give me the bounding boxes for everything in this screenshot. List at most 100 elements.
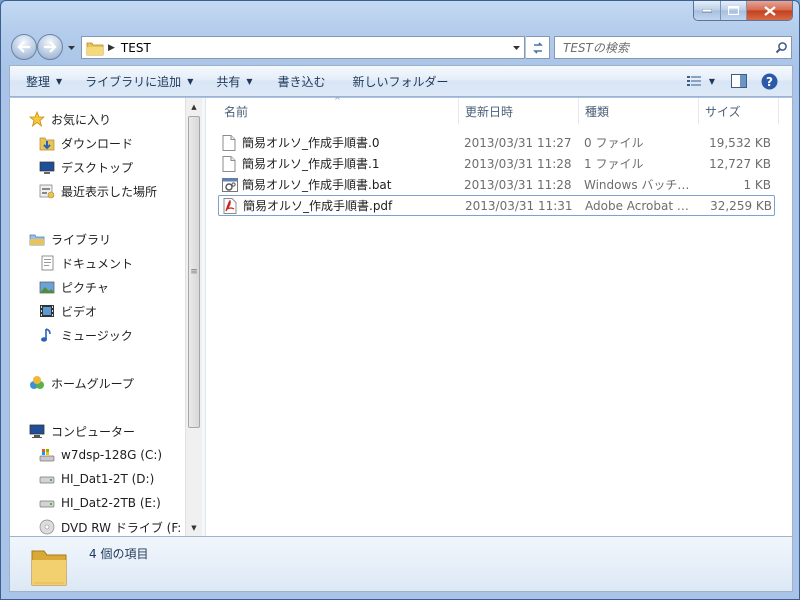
desktop-icon xyxy=(38,158,56,176)
nav-libraries[interactable]: ライブラリ xyxy=(28,228,111,250)
nav-pictures[interactable]: ピクチャ xyxy=(38,276,109,298)
close-button[interactable] xyxy=(747,1,792,20)
nav-recent-places[interactable]: 最近表示した場所 xyxy=(38,180,157,202)
maximize-icon xyxy=(728,6,739,15)
recent-pages-button[interactable] xyxy=(65,42,77,54)
hard-drive-icon xyxy=(38,470,56,488)
search-icon[interactable] xyxy=(771,38,791,58)
file-type: Windows バッチ… xyxy=(584,178,690,192)
new-folder-button[interactable]: 新しいフォルダー xyxy=(335,66,458,96)
scroll-thumb[interactable]: ≡ xyxy=(188,116,200,428)
file-name-cell: 簡易オルソ_作成手順書.bat xyxy=(218,174,458,195)
add-to-library-menu[interactable]: ライブラリに追加 ▼ xyxy=(71,66,202,96)
refresh-button[interactable] xyxy=(526,36,550,59)
nav-music[interactable]: ミュージック xyxy=(38,324,133,346)
close-icon xyxy=(763,5,776,16)
column-type-label: 種類 xyxy=(585,104,610,119)
folder-icon xyxy=(31,550,67,586)
nav-music-label: ミュージック xyxy=(61,328,133,343)
column-header-size[interactable]: サイズ xyxy=(699,98,779,124)
table-row[interactable]: 簡易オルソ_作成手順書.1 2013/03/31 11:28 1 ファイル 12… xyxy=(218,153,775,174)
nav-computer[interactable]: コンピューター xyxy=(28,420,135,442)
chevron-down-icon xyxy=(67,46,75,50)
file-size: 1 KB xyxy=(743,177,771,192)
nav-computer-label: コンピューター xyxy=(51,424,136,439)
view-options-dropdown[interactable]: ▼ xyxy=(707,66,721,96)
nav-drive-f[interactable]: DVD RW ドライブ (F: xyxy=(38,516,181,536)
nav-recent-places-label: 最近表示した場所 xyxy=(61,184,158,199)
organize-label: 整理 xyxy=(26,74,51,89)
forward-arrow-icon xyxy=(44,41,57,53)
hard-drive-icon xyxy=(38,494,56,512)
libraries-icon xyxy=(28,230,46,248)
command-bar: 整理 ▼ ライブラリに追加 ▼ 共有 ▼ 書き込む 新しいフォルダー ▼ ? xyxy=(9,65,793,97)
back-button[interactable] xyxy=(11,34,37,60)
details-view-icon xyxy=(686,75,701,86)
column-header-name[interactable]: 名前 xyxy=(218,98,459,124)
details-pane: 4 個の項目 xyxy=(9,536,793,592)
nav-homegroup[interactable]: ホームグループ xyxy=(28,372,134,394)
file-type: Adobe Acrobat … xyxy=(585,198,689,213)
scroll-up-arrow[interactable]: ▲ xyxy=(186,98,202,115)
forward-button[interactable] xyxy=(37,34,63,60)
nav-documents[interactable]: ドキュメント xyxy=(38,252,133,274)
chevron-down-icon xyxy=(512,46,520,50)
change-view-button[interactable] xyxy=(681,66,707,96)
file-name: 簡易オルソ_作成手順書.pdf xyxy=(243,199,393,213)
star-icon xyxy=(28,110,46,128)
nav-drive-e[interactable]: HI_Dat2-2TB (E:) xyxy=(38,492,161,514)
view-controls: ▼ ? xyxy=(681,66,792,96)
address-bar[interactable]: ▶ TEST xyxy=(81,36,525,59)
burn-button[interactable]: 書き込む xyxy=(262,66,335,96)
navigation-row: ▶ TEST xyxy=(9,33,793,61)
add-to-library-label: ライブラリに追加 xyxy=(85,74,182,89)
column-size-label: サイズ xyxy=(705,104,741,119)
system-drive-icon xyxy=(38,446,56,464)
pictures-icon xyxy=(38,278,56,296)
maximize-button[interactable] xyxy=(721,1,747,20)
scroll-down-arrow[interactable]: ▼ xyxy=(186,519,202,536)
file-date: 2013/03/31 11:27 xyxy=(464,135,572,150)
file-name-cell: 簡易オルソ_作成手順書.1 xyxy=(218,153,458,174)
nav-videos-label: ビデオ xyxy=(61,304,98,319)
column-header-date[interactable]: 更新日時 xyxy=(459,98,579,124)
share-menu[interactable]: 共有 ▼ xyxy=(202,66,261,96)
svg-text:?: ? xyxy=(766,75,773,89)
table-row[interactable]: 簡易オルソ_作成手順書.0 2013/03/31 11:27 0 ファイル 19… xyxy=(218,132,775,153)
pane-splitter[interactable] xyxy=(202,98,206,536)
organize-menu[interactable]: 整理 ▼ xyxy=(10,66,71,96)
column-header-type[interactable]: 種類 xyxy=(579,98,699,124)
help-button[interactable]: ? xyxy=(757,66,792,96)
table-row[interactable]: 簡易オルソ_作成手順書.pdf 2013/03/31 11:31 Adobe A… xyxy=(218,195,775,216)
nav-pictures-label: ピクチャ xyxy=(61,280,109,295)
file-name-cell: 簡易オルソ_作成手順書.0 xyxy=(218,132,458,153)
chevron-down-icon: ▼ xyxy=(56,76,63,86)
nav-favorites[interactable]: お気に入り xyxy=(28,108,111,130)
minimize-button[interactable] xyxy=(694,1,721,20)
file-size: 12,727 KB xyxy=(709,156,771,171)
chevron-down-icon: ▼ xyxy=(246,76,253,86)
preview-pane-button[interactable] xyxy=(721,66,757,96)
search-box xyxy=(554,36,792,59)
table-row[interactable]: 簡易オルソ_作成手順書.bat 2013/03/31 11:28 Windows… xyxy=(218,174,775,195)
address-history-button[interactable] xyxy=(510,42,522,54)
nav-desktop[interactable]: デスクトップ xyxy=(38,156,133,178)
breadcrumb-current[interactable]: TEST xyxy=(121,41,151,55)
nav-downloads-label: ダウンロード xyxy=(61,136,134,151)
nav-drive-d[interactable]: HI_Dat1-2T (D:) xyxy=(38,468,154,490)
nav-videos[interactable]: ビデオ xyxy=(38,300,97,322)
nav-downloads[interactable]: ダウンロード xyxy=(38,132,133,154)
main-area: お気に入り ダウンロード デスクトップ 最近表示した場所 ライブラリ ドキュメン… xyxy=(9,96,793,536)
search-input[interactable] xyxy=(555,37,771,58)
nav-drive-c[interactable]: w7dsp-128G (C:) xyxy=(38,444,162,466)
share-label: 共有 xyxy=(216,74,241,89)
file-list: ^ 名前 更新日時 種類 サイズ 簡易オルソ_作成手順書.0 2013/03/3… xyxy=(207,96,793,536)
blank-file-icon xyxy=(222,155,238,172)
navigation-scrollbar[interactable]: ▲ ≡ ▼ xyxy=(185,98,202,536)
file-date: 2013/03/31 11:28 xyxy=(464,156,572,171)
item-count: 4 個の項目 xyxy=(89,547,149,561)
column-date-label: 更新日時 xyxy=(465,104,514,119)
column-headers: ^ 名前 更新日時 種類 サイズ xyxy=(207,96,793,124)
breadcrumb-separator[interactable]: ▶ xyxy=(108,43,115,53)
nav-drive-e-label: HI_Dat2-2TB (E:) xyxy=(61,496,161,510)
